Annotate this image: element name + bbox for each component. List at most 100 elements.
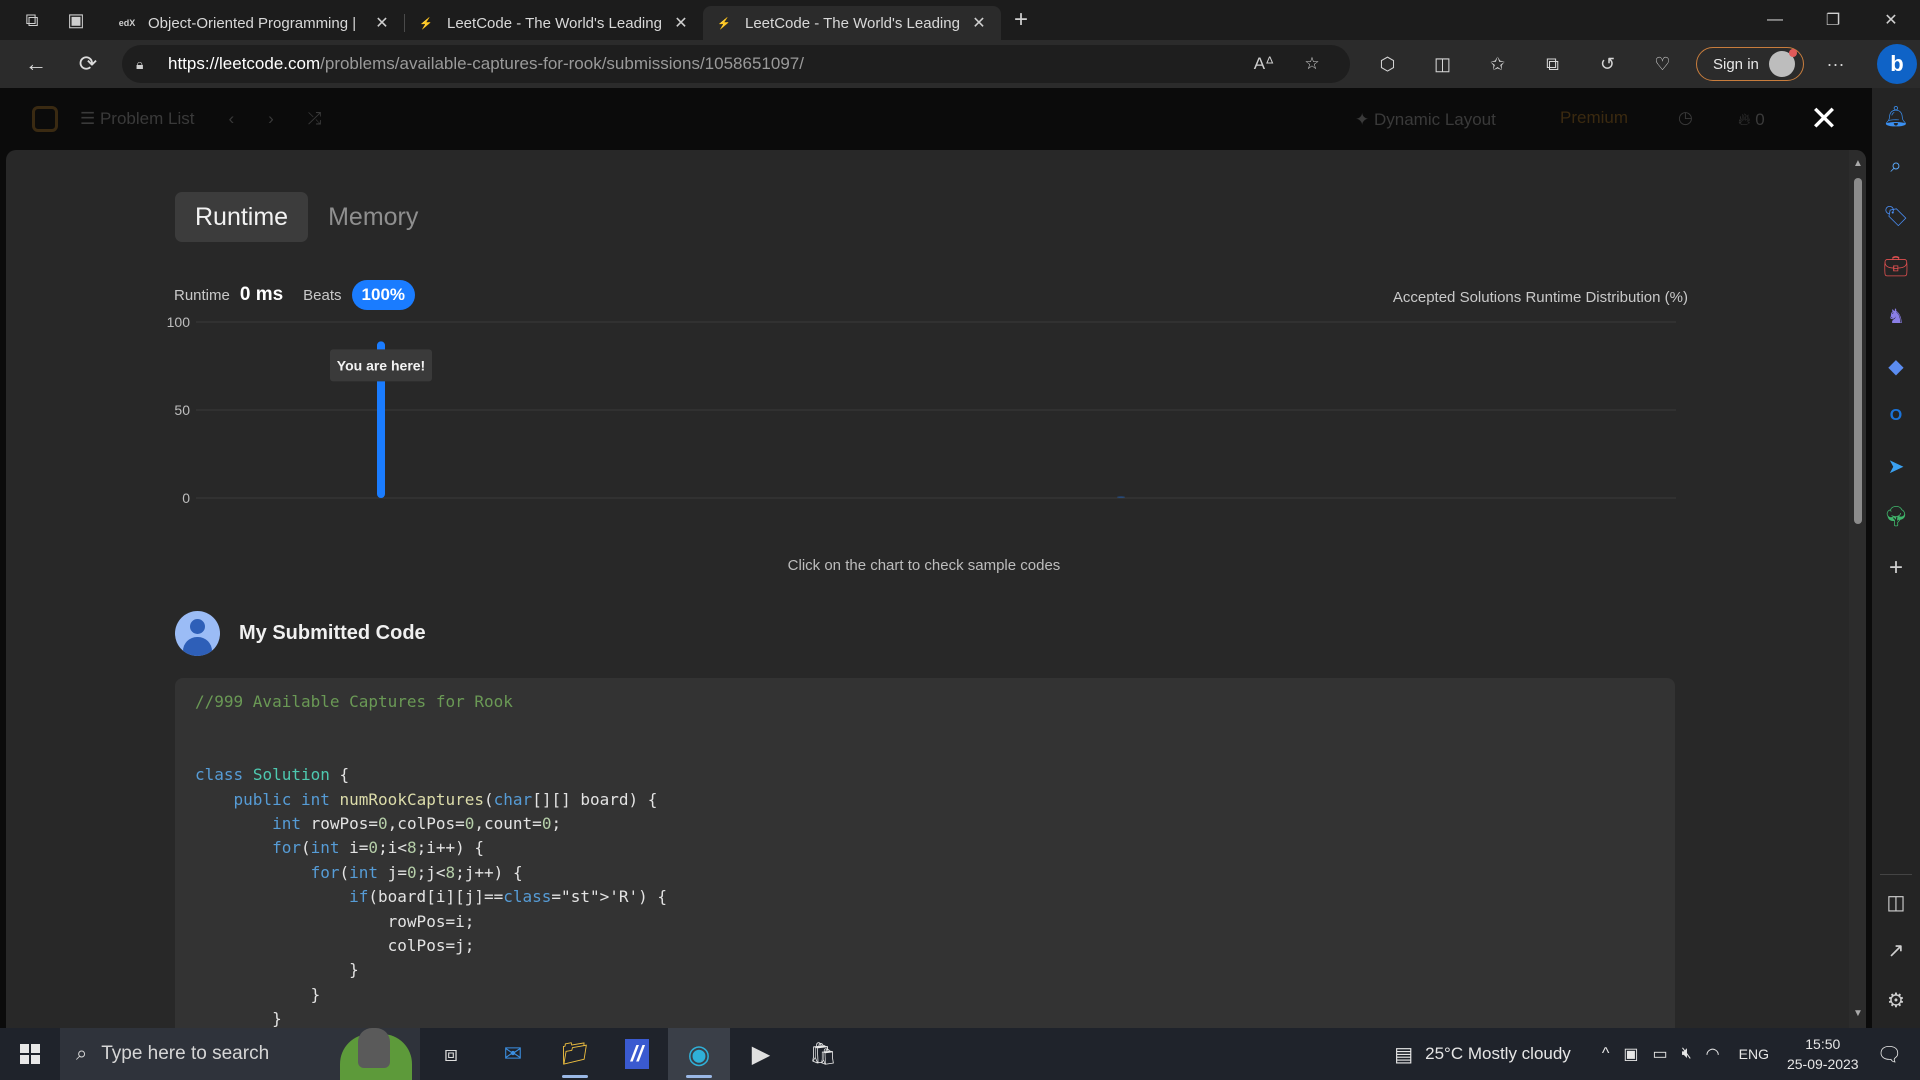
add-sidebar-app-icon[interactable]: + — [1872, 548, 1920, 588]
modal-scrollbar[interactable]: ▲ ▼ — [1849, 150, 1866, 1028]
restore-icon[interactable]: ❐ — [1804, 0, 1862, 40]
minimize-icon[interactable]: — — [1746, 0, 1804, 40]
close-tab-icon[interactable]: ✕ — [969, 13, 989, 33]
address-bar[interactable]: 🔒︎ https://leetcode.com/problems/availab… — [122, 45, 1350, 83]
profile-avatar-icon — [1768, 49, 1797, 77]
runtime-distribution-chart[interactable]: 0 50 100 0 You are here! 1 — [166, 310, 1686, 510]
visual-studio-icon[interactable]: // — [606, 1028, 668, 1080]
bing-copilot-icon[interactable]: b — [1877, 44, 1917, 84]
code-line: } — [195, 984, 321, 1004]
taskbar-search[interactable]: ⌕ Type here to search — [60, 1028, 420, 1080]
code-line: colPos=j; — [195, 936, 475, 956]
sign-in-button[interactable]: Sign in — [1696, 47, 1804, 81]
new-tab-button[interactable]: + — [1001, 0, 1041, 40]
microsoft-store-icon[interactable]: 🛍︎ — [792, 1028, 854, 1080]
notification-bell-icon[interactable]: 🔔︎ — [1872, 96, 1920, 136]
weather-widget[interactable]: ▤ 25°C Mostly cloudy — [1394, 1042, 1571, 1067]
collections-icon[interactable]: ⧉ — [1525, 40, 1580, 88]
external-link-icon[interactable]: ↗ — [1872, 930, 1920, 970]
shuffle-icon: ⤮ — [307, 109, 322, 128]
settings-gear-icon[interactable]: ⚙ — [1872, 980, 1920, 1020]
windows-logo-icon — [20, 1044, 40, 1064]
start-button[interactable] — [0, 1028, 60, 1080]
shopping-tag-icon[interactable]: 🏷︎ — [1872, 196, 1920, 236]
tab-actions-icon[interactable]: ▣ — [54, 0, 98, 40]
wifi-icon[interactable]: ◠ — [1706, 1044, 1720, 1064]
close-modal-button[interactable]: ✕ — [1805, 102, 1843, 136]
show-hidden-icons-icon[interactable]: ^ — [1602, 1045, 1610, 1063]
file-explorer-icon[interactable]: 📁︎ — [544, 1028, 606, 1080]
premium-link: Premium — [1560, 108, 1629, 127]
sidebar-divider — [1880, 874, 1912, 875]
code-line: } — [195, 1009, 282, 1028]
close-tab-icon[interactable]: ✕ — [671, 13, 691, 33]
mail-app-icon[interactable]: ✉ — [482, 1028, 544, 1080]
tab-runtime[interactable]: Runtime — [175, 192, 309, 242]
weather-text: 25°C Mostly cloudy — [1425, 1044, 1571, 1063]
media-player-icon[interactable]: ▶ — [730, 1028, 792, 1080]
windows-taskbar: ⌕ Type here to search ⧈ ✉ 📁︎ // ◉ ▶ 🛍︎ ▤… — [0, 1028, 1920, 1080]
extensions-icon[interactable]: ⬡ — [1360, 40, 1415, 88]
clock-date: 25-09-2023 — [1786, 1056, 1859, 1072]
next-problem-icon: › — [268, 109, 274, 128]
submitted-code-header: My Submitted Code — [175, 611, 426, 656]
streak-counter: 🔥︎ 0 — [1738, 110, 1765, 129]
search-icon[interactable]: ⌕ — [1872, 146, 1920, 186]
meet-now-icon[interactable]: ▣ — [1623, 1044, 1638, 1064]
scrollbar-thumb[interactable] — [1854, 178, 1862, 524]
scroll-down-icon[interactable]: ▼ — [1853, 1008, 1863, 1019]
task-view-icon[interactable]: ⧈ — [420, 1028, 482, 1080]
notification-center-icon[interactable]: 🗨︎ — [1877, 1042, 1902, 1067]
games-icon[interactable]: ♞ — [1872, 296, 1920, 336]
x-tick-label: 1 — [1117, 507, 1125, 510]
chart-bar[interactable] — [1117, 496, 1125, 498]
taskbar-clock[interactable]: 15:50 25-09-2023 — [1787, 1034, 1859, 1074]
history-icon[interactable]: ↺ — [1580, 40, 1635, 88]
drop-tree-icon[interactable]: 🌳︎ — [1872, 496, 1920, 536]
scroll-up-icon[interactable]: ▲ — [1853, 158, 1863, 169]
close-window-icon[interactable]: ✕ — [1862, 0, 1920, 40]
tab-title: Object-Oriented Programming | — [148, 14, 357, 32]
outlook-icon[interactable]: O — [1872, 396, 1920, 436]
lock-icon[interactable]: 🔒︎ — [136, 56, 154, 73]
battery-icon[interactable]: ▭ — [1652, 1044, 1667, 1064]
send-icon[interactable]: ➤ — [1872, 446, 1920, 486]
more-menu-icon[interactable]: ··· — [1808, 40, 1863, 88]
browser-tab-3-active[interactable]: ⚡ LeetCode - The World's Leading ✕ — [703, 6, 1001, 40]
language-indicator[interactable]: ENG — [1739, 1046, 1769, 1062]
beats-badge: 100% — [351, 280, 416, 310]
chart-hint: Click on the chart to check sample codes — [787, 557, 1061, 574]
problem-list-link: ☰ Problem List — [80, 109, 195, 128]
workspaces-icon[interactable]: ⧉ — [10, 0, 54, 40]
browser-tab-2[interactable]: ⚡ LeetCode - The World's Leading ✕ — [405, 6, 703, 40]
split-screen-icon[interactable]: ◫ — [1415, 40, 1470, 88]
section-title: My Submitted Code — [239, 622, 426, 644]
y-tick-label: 50 — [174, 402, 190, 418]
refresh-button[interactable]: ⟳ — [62, 40, 114, 88]
read-aloud-icon[interactable]: Aᐞ — [1240, 54, 1288, 74]
browser-tab-1[interactable]: edX Object-Oriented Programming | ✕ — [106, 6, 404, 40]
search-icon: ⌕ — [76, 1042, 88, 1065]
favorites-icon[interactable]: ✩ — [1470, 40, 1525, 88]
performance-icon[interactable]: ♡ — [1635, 40, 1690, 88]
edge-browser-icon[interactable]: ◉ — [668, 1028, 730, 1080]
runtime-label: Runtime — [174, 286, 230, 304]
volume-muted-icon[interactable]: 🔇︎ — [1682, 1045, 1692, 1063]
submission-detail-modal: Runtime Memory Runtime 0 ms Beats 100% A… — [6, 150, 1866, 1028]
back-button[interactable]: ← — [10, 40, 62, 88]
code-line: rowPos=i; — [195, 911, 475, 931]
window-controls: — ❐ ✕ — [1746, 0, 1920, 40]
favorite-star-icon[interactable]: ☆ — [1288, 54, 1336, 74]
tab-memory[interactable]: Memory — [308, 192, 438, 242]
metric-tabs: Runtime Memory — [175, 192, 438, 242]
hide-sidebar-icon[interactable]: ◫ — [1872, 882, 1920, 922]
browser-titlebar: ⧉ ▣ edX Object-Oriented Programming | ✕ … — [0, 0, 1920, 40]
dynamic-layout-button: ✦ Dynamic Layout — [1355, 110, 1496, 129]
copilot-icon[interactable]: ◆ — [1872, 346, 1920, 386]
close-tab-icon[interactable]: ✕ — [372, 13, 392, 33]
url-text[interactable]: https://leetcode.com/problems/available-… — [168, 54, 1240, 74]
tools-briefcase-icon[interactable]: 💼︎ — [1872, 246, 1920, 286]
code-block[interactable]: //999 Available Captures for Rook class … — [175, 678, 1675, 1028]
